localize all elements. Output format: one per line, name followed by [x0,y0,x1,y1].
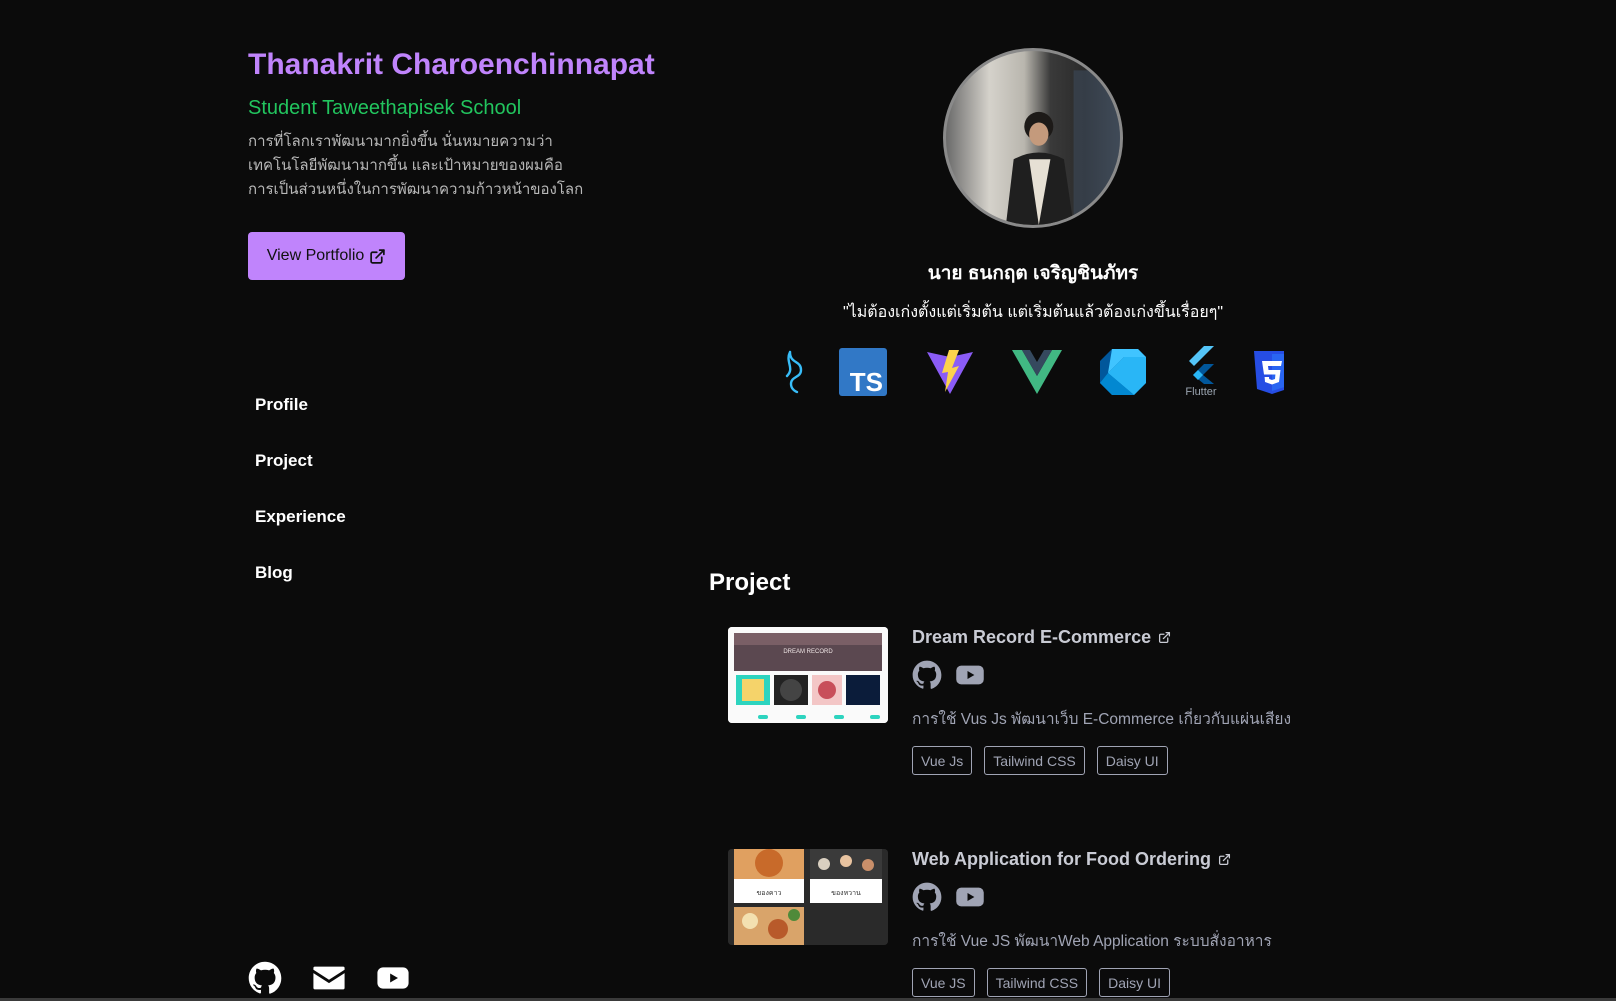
view-portfolio-button[interactable]: View Portfolio [248,232,405,280]
project-links [912,660,1432,695]
vue-icon [1010,344,1064,400]
bio-line: เทคโนโลยีพัฒนามากขึ้น และเป้าหมายของผมคื… [248,157,563,174]
profile-name: Thanakrit Charoenchinnapat [248,48,655,81]
project-description: การใช้ Vue JS พัฒนาWeb Application ระบบส… [912,933,1272,950]
external-link-icon [370,248,385,264]
nav-item-project[interactable]: Project [255,451,346,507]
view-portfolio-label: View Portfolio [266,247,365,264]
dart-icon [1096,344,1150,400]
nav-item-experience[interactable]: Experience [255,507,346,563]
youtube-icon[interactable] [954,882,986,917]
project-title: Web Application for Food Ordering [912,849,1211,869]
profile-quote: "ไม่ต้องเก่งตั้งแต่เริ่มต้น แต่เริ่มต้นแ… [842,304,1224,321]
project-tags: Vue JS Tailwind CSS Daisy UI [912,968,1432,997]
project-thumbnail[interactable]: DREAM RECORD [728,627,888,723]
thumb-label: DREAM RECORD [783,649,833,655]
profile-role: Student Taweethapisek School [248,97,522,119]
projects-heading: Project [709,569,791,596]
bio-line: การเป็นส่วนหนึ่งในการพัฒนาความก้าวหน้าขอ… [248,181,584,198]
youtube-icon[interactable] [376,961,410,995]
profile-thai-name: นาย ธนกฤต เจริญชินภัทร [927,263,1139,284]
external-link-icon [1159,631,1171,644]
github-icon[interactable] [248,961,282,995]
profile-avatar [943,48,1123,228]
nav-item-blog[interactable]: Blog [255,563,346,619]
ts-label: TS [850,367,883,396]
tech-tag: Daisy UI [1099,968,1171,997]
bun-icon [778,344,808,400]
project-title-link[interactable]: Dream Record E-Commerce [912,627,1432,648]
profile-bio: การที่โลกเราพัฒนามากยิ่งขึ้น นั่นหมายควา… [248,130,628,202]
project-description: การใช้ Vus Js พัฒนาเว็บ E-Commerce เกี่ย… [912,711,1292,728]
youtube-icon[interactable] [954,660,986,695]
side-nav: Profile Project Experience Blog [255,395,346,619]
project-info: Dream Record E-Commerce การใช้ Vus Js พั… [912,627,1432,775]
tech-tag: Daisy UI [1096,746,1168,775]
external-link-icon [1218,853,1231,866]
project-tags: Vue Js Tailwind CSS Daisy UI [912,746,1432,775]
github-icon[interactable] [912,660,942,695]
tech-tag: Tailwind CSS [984,746,1085,775]
flutter-icon: Flutter [1176,344,1226,400]
thumb-label: ของหวาน [831,889,861,897]
project-info: Web Application for Food Ordering การใช้… [912,849,1432,997]
thumb-label: ของคาว [757,889,782,897]
flutter-label: Flutter [1185,386,1217,398]
tech-tag: Vue JS [912,968,975,997]
github-icon[interactable] [912,882,942,917]
project-thumbnail[interactable]: ของคาว ของหวาน [728,849,888,945]
social-links [248,961,410,995]
mail-icon[interactable] [312,961,346,995]
nav-item-profile[interactable]: Profile [255,395,346,451]
vite-icon [923,344,977,400]
project-links [912,882,1432,917]
tech-tag: Tailwind CSS [986,968,1088,997]
tech-tag: Vue Js [912,746,973,775]
project-title: Dream Record E-Commerce [912,627,1152,647]
project-title-link[interactable]: Web Application for Food Ordering [912,849,1432,870]
tech-stack-carousel: TS Flutter [778,344,1284,400]
typescript-icon: TS [838,344,888,400]
portfolio-page: Thanakrit Charoenchinnapat Student Tawee… [0,0,1616,1001]
css3-icon [1252,344,1284,400]
bio-line: การที่โลกเราพัฒนามากยิ่งขึ้น นั่นหมายควา… [248,133,553,150]
